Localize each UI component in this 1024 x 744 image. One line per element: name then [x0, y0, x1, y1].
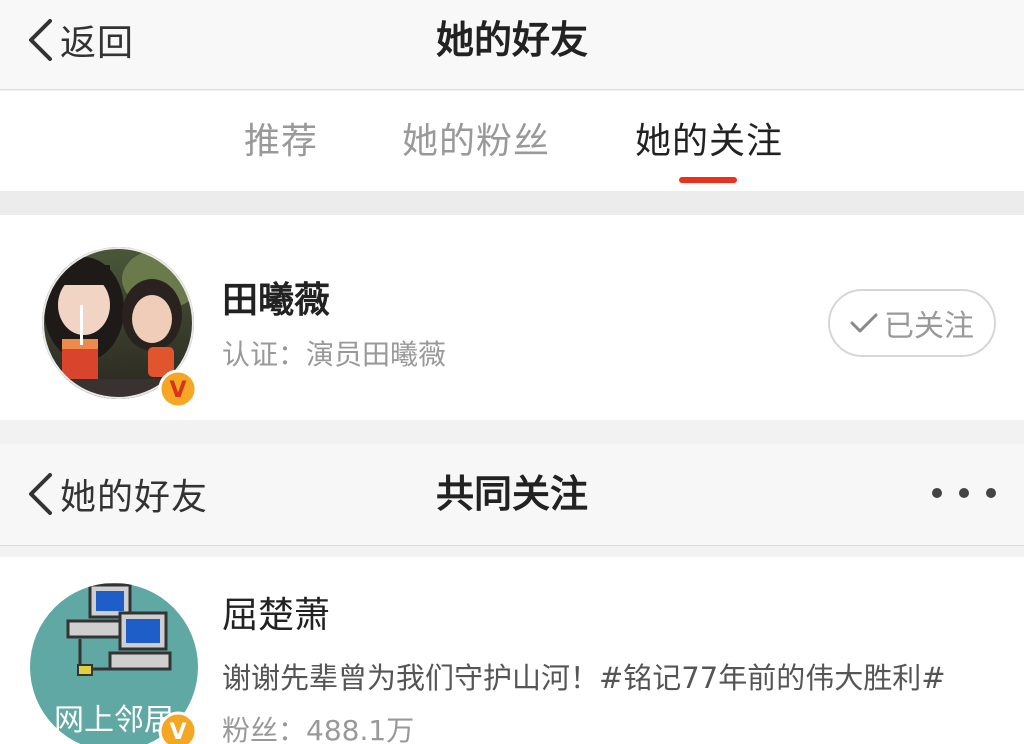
- verified-badge-letter: V: [169, 378, 186, 403]
- section-divider: [0, 420, 1024, 444]
- more-options-icon[interactable]: [932, 478, 996, 508]
- fans-count: 粉丝：488.1万: [222, 714, 415, 744]
- page-title: 她的好友: [435, 18, 588, 62]
- verified-badge-icon: V: [158, 369, 198, 409]
- profile-card[interactable]: V 田曦薇 认证：演员田曦薇 已关注: [0, 215, 1024, 420]
- tab-bar: 推荐 她的粉丝 她的关注: [0, 91, 1024, 191]
- checkmark-icon: [850, 313, 878, 333]
- profile-name[interactable]: 田曦薇: [222, 277, 330, 325]
- profile-certification: 认证：演员田曦薇: [222, 338, 447, 371]
- verified-badge-icon: V: [158, 711, 198, 744]
- section-title: 共同关注: [435, 472, 588, 516]
- top-nav-bar: 返回 她的好友: [0, 0, 1024, 90]
- section-divider: [0, 547, 1024, 557]
- common-following-nav: 她的好友 共同关注: [0, 444, 1024, 546]
- verified-badge-letter: V: [169, 720, 186, 744]
- tab-recommend[interactable]: 推荐: [244, 117, 318, 167]
- user-name[interactable]: 屈楚萧: [222, 591, 330, 641]
- section-divider: [0, 191, 1024, 215]
- tab-her-fans[interactable]: 她的粉丝: [402, 117, 550, 167]
- active-tab-indicator: [679, 177, 737, 183]
- following-button[interactable]: 已关注: [828, 289, 996, 357]
- list-item[interactable]: 网上邻居 V 屈楚萧 谢谢先辈曾为我们守护山河！#铭记77年前的伟大胜利# 粉丝…: [0, 557, 1024, 744]
- user-description: 谢谢先辈曾为我们守护山河！#铭记77年前的伟大胜利#: [222, 661, 946, 695]
- tab-her-following[interactable]: 她的关注: [635, 117, 783, 167]
- following-button-label: 已关注: [884, 309, 974, 344]
